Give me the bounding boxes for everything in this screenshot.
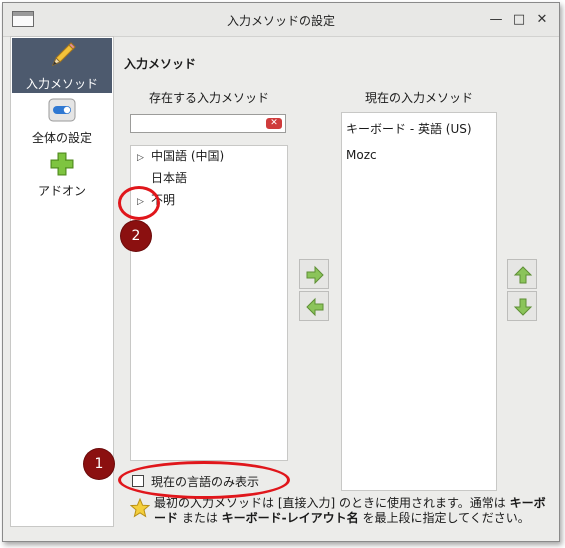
info-text: 最初の入力メソッドは [直接入力] のときに使用されます。通常は キーボード ま… xyxy=(154,496,546,526)
star-icon xyxy=(130,498,150,518)
arrow-right-icon xyxy=(306,265,324,285)
info-text-part: または xyxy=(178,511,222,525)
add-button[interactable] xyxy=(299,259,329,289)
current-methods-title: 現在の入力メソッド xyxy=(364,91,473,105)
toggle-switch-icon xyxy=(48,98,76,122)
clear-icon[interactable]: ✕ xyxy=(266,118,282,129)
search-input[interactable]: ✕ xyxy=(130,114,286,133)
arrow-left-icon xyxy=(306,297,324,317)
sidebar-item-label: 入力メソッド xyxy=(25,77,98,91)
close-icon[interactable]: ✕ xyxy=(533,11,551,29)
list-item-label: キーボード - 英語 (US) xyxy=(346,122,472,136)
sidebar-item-input-method[interactable]: 入力メソッド xyxy=(12,38,112,93)
title-bar: 入力メソッドの設定 — □ ✕ xyxy=(3,3,559,37)
window-title: 入力メソッドの設定 xyxy=(226,14,335,28)
pencil-icon xyxy=(52,42,76,66)
annotation-circle-1 xyxy=(118,461,290,499)
arrow-up-icon xyxy=(513,266,533,284)
list-item-label: Mozc xyxy=(346,148,377,162)
list-item[interactable]: ▷ 中国語 (中国) xyxy=(137,146,224,166)
sidebar-item-label: アドオン xyxy=(37,184,86,198)
info-text-part: を最上段に指定してください。 xyxy=(358,511,530,525)
plus-icon xyxy=(50,152,74,176)
annotation-badge-2: 2 xyxy=(121,221,151,251)
info-text-bold: キーボード-レイアウト名 xyxy=(221,511,359,525)
sidebar-item-addons[interactable]: アドオン xyxy=(12,149,112,199)
section-title: 入力メソッド xyxy=(124,57,197,71)
minimize-icon[interactable]: — xyxy=(487,11,505,29)
sidebar-item-label: 全体の設定 xyxy=(31,131,92,145)
list-item[interactable]: Mozc xyxy=(346,145,377,165)
arrow-down-icon xyxy=(513,298,533,316)
expand-arrow-icon[interactable]: ▷ xyxy=(137,148,151,168)
list-item[interactable]: 日本語 xyxy=(137,168,187,188)
list-item-label: 日本語 xyxy=(151,171,188,185)
move-down-button[interactable] xyxy=(507,291,537,321)
maximize-icon[interactable]: □ xyxy=(510,11,528,29)
current-methods-list[interactable]: キーボード - 英語 (US) Mozc xyxy=(341,112,497,491)
list-item-label: 中国語 (中国) xyxy=(151,149,225,163)
remove-button[interactable] xyxy=(299,291,329,321)
annotation-circle-2 xyxy=(118,186,160,220)
sidebar-item-global-settings[interactable]: 全体の設定 xyxy=(12,96,112,146)
move-up-button[interactable] xyxy=(507,259,537,289)
available-methods-title: 存在する入力メソッド xyxy=(148,91,269,105)
annotation-badge-1: 1 xyxy=(84,449,114,479)
list-item[interactable]: キーボード - 英語 (US) xyxy=(346,119,472,139)
